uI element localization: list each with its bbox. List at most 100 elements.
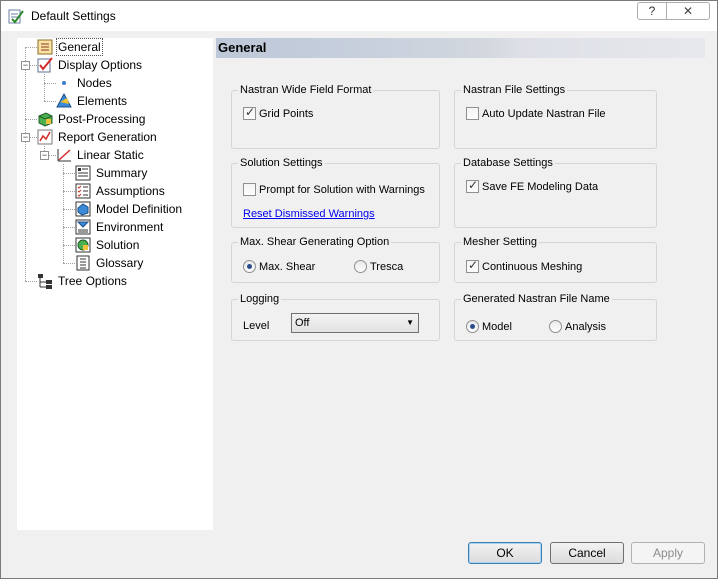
tree-item-label: Elements	[77, 94, 128, 108]
group-nastran-file-settings: Nastran File Settings Auto Update Nastra…	[454, 83, 657, 149]
collapse-linear-static[interactable]: −	[40, 151, 49, 160]
node-dot-icon	[56, 75, 72, 91]
window-title: Default Settings	[31, 9, 116, 23]
logging-level-select[interactable]: Off ▼	[291, 313, 419, 333]
settings-tree[interactable]: − − − General Display Options Nodes Elem…	[17, 38, 213, 530]
close-button[interactable]: ✕	[666, 2, 710, 20]
tresca-label[interactable]: Tresca	[370, 260, 403, 274]
default-settings-dialog: Default Settings ? ✕ − − − General Displ…	[0, 0, 718, 579]
tree-connector	[44, 83, 56, 84]
tree-item-label: General	[56, 38, 103, 56]
tree-item-label: Tree Options	[58, 274, 127, 288]
elements-icon	[56, 92, 72, 109]
title-bar: Default Settings ? ✕	[1, 1, 717, 31]
display-options-icon	[37, 57, 53, 73]
tree-item-label: Post-Processing	[58, 112, 146, 126]
tree-connector	[25, 281, 37, 282]
radio-selected-dot	[470, 324, 475, 329]
tree-connector	[25, 119, 37, 120]
group-title: Mesher Setting	[461, 235, 539, 249]
model-name-label[interactable]: Model	[482, 320, 512, 334]
tree-item-label: Nodes	[77, 76, 112, 90]
reset-dismissed-warnings-link[interactable]: Reset Dismissed Warnings	[243, 207, 375, 221]
dialog-content: − − − General Display Options Nodes Elem…	[10, 35, 708, 533]
group-max-shear-option: Max. Shear Generating Option Max. Shear …	[231, 235, 440, 283]
tree-item-label: Linear Static	[77, 148, 144, 162]
help-button[interactable]: ?	[637, 2, 667, 20]
summary-icon	[75, 165, 91, 181]
environment-icon	[75, 219, 91, 235]
tree-item-label: Summary	[96, 166, 148, 180]
tree-connector	[25, 47, 26, 281]
tree-connector	[25, 47, 37, 48]
group-title: Generated Nastran File Name	[461, 292, 612, 306]
report-icon	[37, 129, 53, 145]
save-fe-modeling-checkbox[interactable]: ✓	[466, 178, 479, 193]
tree-connector	[63, 209, 75, 210]
continuous-meshing-checkbox[interactable]: ✓	[466, 258, 479, 273]
grid-points-label[interactable]: Grid Points	[259, 107, 313, 121]
panel-title: General	[218, 40, 267, 55]
model-definition-icon	[75, 201, 91, 217]
tree-item-label: Model Definition	[96, 202, 183, 216]
prompt-for-solution-label[interactable]: Prompt for Solution with Warnings	[259, 183, 425, 197]
tree-connector	[63, 173, 75, 174]
group-logging: Logging Level Off ▼	[231, 292, 440, 341]
settings-panel: General Nastran Wide Field Format ✓ Grid…	[216, 38, 705, 530]
tree-connector	[63, 191, 75, 192]
group-title: Nastran File Settings	[461, 83, 568, 97]
max-shear-radio[interactable]	[243, 260, 256, 273]
grid-points-checkbox[interactable]: ✓	[243, 105, 256, 120]
model-name-radio[interactable]	[466, 320, 479, 333]
panel-body: Nastran Wide Field Format ✓ Grid Points …	[220, 58, 705, 530]
group-solution-settings: Solution Settings Prompt for Solution wi…	[231, 156, 440, 228]
tree-connector	[63, 164, 64, 263]
panel-header: General	[216, 38, 705, 58]
tresca-radio[interactable]	[354, 260, 367, 273]
cancel-button[interactable]: Cancel	[550, 542, 624, 564]
radio-selected-dot	[247, 264, 252, 269]
group-title: Solution Settings	[238, 156, 325, 170]
tree-options-icon	[37, 273, 53, 289]
prompt-for-solution-checkbox[interactable]	[243, 183, 256, 196]
collapse-display-options[interactable]: −	[21, 61, 30, 70]
tree-item-label: Glossary	[96, 256, 144, 270]
tree-connector	[44, 74, 45, 101]
tree-item-label: Environment	[96, 220, 164, 234]
apply-button[interactable]: Apply	[631, 542, 705, 564]
tree-connector	[63, 227, 75, 228]
group-title: Nastran Wide Field Format	[238, 83, 374, 97]
solution-icon	[75, 237, 91, 253]
checkmark-icon: ✓	[468, 178, 479, 192]
general-settings-icon	[37, 39, 53, 55]
analysis-name-radio[interactable]	[549, 320, 562, 333]
auto-update-nastran-label[interactable]: Auto Update Nastran File	[482, 107, 606, 121]
ok-button[interactable]: OK	[468, 542, 542, 564]
assumptions-icon	[75, 183, 91, 199]
group-nastran-file-name: Generated Nastran File Name Model Analys…	[454, 292, 657, 341]
tree-connector	[44, 101, 56, 102]
tree-item-label: Solution	[96, 238, 140, 252]
auto-update-nastran-checkbox[interactable]	[466, 107, 479, 120]
tree-connector	[63, 263, 75, 264]
logging-level-value: Off	[295, 317, 310, 329]
group-title: Database Settings	[461, 156, 555, 170]
analysis-name-label[interactable]: Analysis	[565, 320, 606, 334]
checkmark-icon: ✓	[468, 258, 479, 272]
continuous-meshing-label[interactable]: Continuous Meshing	[482, 260, 582, 274]
settings-checklist-icon	[8, 8, 24, 24]
max-shear-label[interactable]: Max. Shear	[259, 260, 315, 274]
checkmark-icon: ✓	[245, 105, 256, 119]
group-database-settings: Database Settings ✓ Save FE Modeling Dat…	[454, 156, 657, 228]
tree-connector	[63, 245, 75, 246]
save-fe-modeling-label[interactable]: Save FE Modeling Data	[482, 180, 598, 194]
dropdown-arrow-icon: ▼	[406, 318, 414, 327]
group-title: Max. Shear Generating Option	[238, 235, 392, 249]
tree-item-label: Report Generation	[58, 130, 157, 144]
linear-static-icon	[56, 147, 72, 163]
tree-item-label: Assumptions	[96, 184, 165, 198]
logging-level-label: Level	[243, 320, 270, 332]
collapse-report-generation[interactable]: −	[21, 133, 30, 142]
glossary-icon	[75, 255, 91, 271]
group-mesher-setting: Mesher Setting ✓ Continuous Meshing	[454, 235, 657, 283]
